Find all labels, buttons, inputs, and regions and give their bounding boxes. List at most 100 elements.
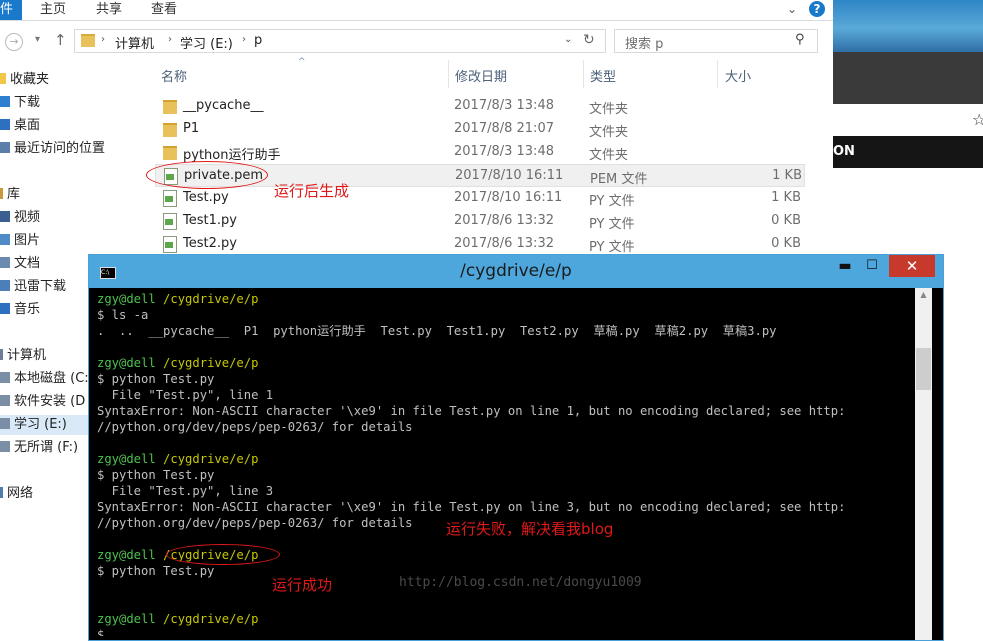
annotation-failed: 运行失败，解决看我blog [446,520,614,538]
address-bar[interactable]: › 计算机 › 学习 (E:) › p ⌄ ↻ [74,29,606,53]
breadcrumb-drive[interactable]: 学习 (E:) [180,33,233,52]
file-type: PY 文件 [589,194,635,209]
folder-icon [163,146,177,160]
chevron-right-icon[interactable]: › [242,34,246,45]
nav-pictures[interactable]: 图片 [0,231,40,251]
terminal-line: $ python Test.py [97,372,215,386]
help-icon[interactable]: ? [809,1,825,17]
nav-drive-e[interactable]: 学习 (E:) [0,415,88,435]
breadcrumb-folder[interactable]: p [254,33,262,48]
file-date: 2017/8/8 21:07 [454,121,554,136]
background-sky-image [833,0,983,52]
file-row[interactable]: Test.py 2017/8/10 16:11 PY 文件 1 KB [155,187,805,210]
file-date: 2017/8/6 13:32 [454,236,554,251]
maximize-icon[interactable]: ☐ [861,258,883,276]
file-name: P1 [183,121,200,136]
video-icon [0,211,10,222]
file-type: PY 文件 [589,240,635,255]
tab-home[interactable]: 主页 [40,0,66,20]
file-row[interactable]: python运行助手 2017/8/3 13:48 文件夹 [155,141,805,164]
search-input[interactable]: 搜索 p ⚲ [614,29,818,53]
drive-icon [0,372,10,383]
close-icon[interactable]: ✕ [889,255,935,277]
file-type: 文件夹 [589,125,629,140]
prompt-path: /cygdrive/e/p [163,612,259,626]
background-dark-band [833,52,983,104]
annotation-success: 运行成功 [272,576,333,594]
column-divider[interactable] [717,60,718,88]
nav-network[interactable]: 网络 [0,484,33,504]
file-name: Test.py [183,190,229,205]
nav-label: 最近访问的位置 [14,141,106,156]
nav-label: 音乐 [14,302,41,317]
folder-icon [163,123,177,137]
chevron-down-icon[interactable]: ⌄ [787,2,797,16]
nav-computer[interactable]: 计算机 [0,346,46,366]
nav-label: 图片 [14,233,41,248]
minimize-icon[interactable]: ▬ [834,258,856,276]
nav-music[interactable]: 音乐 [0,300,40,320]
column-name[interactable]: 名称 [161,66,187,85]
nav-desktop[interactable]: 桌面 [0,116,40,136]
nav-favorites[interactable]: 收藏夹 [0,70,49,90]
file-name: Test2.py [183,236,237,251]
column-type[interactable]: 类型 [590,66,616,85]
download-icon [0,96,10,107]
address-dropdown-icon[interactable]: ⌄ [564,34,572,45]
file-row[interactable]: Test1.py 2017/8/6 13:32 PY 文件 0 KB [155,210,805,233]
nav-label: 库 [7,187,21,202]
file-row[interactable]: P1 2017/8/8 21:07 文件夹 [155,118,805,141]
ribbon: 件 主页 共享 查看 ⌄ ? [0,0,833,21]
refresh-icon[interactable]: ↻ [583,32,595,48]
terminal-window[interactable]: C:\ /cygdrive/e/p ▬ ☐ ✕ zgy@dell /cygdri… [88,254,944,641]
computer-icon [0,349,3,360]
file-row[interactable]: __pycache__ 2017/8/3 13:48 文件夹 [155,95,805,118]
nav-documents[interactable]: 文档 [0,254,40,274]
breadcrumb-computer[interactable]: 计算机 [115,33,154,52]
nav-videos[interactable]: 视频 [0,208,40,228]
column-date[interactable]: 修改日期 [455,66,507,85]
scrollbar[interactable]: ▲ [915,288,932,640]
nav-drive-f[interactable]: 无所谓 (F:) [0,438,88,458]
terminal-line: $ python Test.py [97,468,215,482]
scroll-up-icon[interactable]: ▲ [915,290,932,299]
terminal-titlebar[interactable]: C:\ /cygdrive/e/p ▬ ☐ ✕ [89,255,943,288]
nav-label: 文档 [14,256,41,271]
file-size: 0 KB [771,236,801,251]
column-divider[interactable] [448,60,449,88]
tab-view[interactable]: 查看 [151,0,177,20]
up-arrow-icon[interactable]: ↑ [54,31,67,49]
terminal-line: zgy@dell /cygdrive/e/p [97,291,917,307]
chevron-right-icon[interactable]: › [168,34,172,45]
python-file-icon [163,236,177,253]
file-date: 2017/8/6 13:32 [454,213,554,228]
prompt-path: /cygdrive/e/p [163,292,259,306]
back-button[interactable]: → [5,33,23,51]
nav-drive-c[interactable]: 本地磁盘 (C: [0,369,88,389]
terminal-line: File "Test.py", line 1 [97,388,274,402]
folder-icon [163,100,177,114]
nav-recent[interactable]: 最近访问的位置 [0,139,105,159]
terminal-line: . .. __pycache__ P1 python运行助手 Test.py T… [97,324,777,338]
nav-libraries[interactable]: 库 [0,185,20,205]
file-row[interactable]: Test2.py 2017/8/6 13:32 PY 文件 0 KB [155,233,805,256]
prompt-user: zgy@dell [97,452,156,466]
scroll-thumb[interactable] [916,348,931,390]
chevron-right-icon[interactable]: › [101,34,105,45]
nav-thunder[interactable]: 迅雷下载 [0,277,66,297]
tab-share[interactable]: 共享 [96,0,122,20]
nav-downloads[interactable]: 下载 [0,93,40,113]
nav-drive-d[interactable]: 软件安装 (D [0,392,88,412]
recent-locations-chevron-icon[interactable]: ▾ [35,34,40,45]
search-icon[interactable]: ⚲ [795,32,805,47]
column-divider[interactable] [583,60,584,88]
nav-label: 计算机 [7,348,47,363]
drive-icon [0,418,10,429]
column-size[interactable]: 大小 [725,66,751,85]
file-name: __pycache__ [183,98,264,113]
library-icon [0,188,3,199]
prompt-user: zgy@dell [97,292,156,306]
star-icon[interactable]: ☆ [972,110,983,129]
tab-file[interactable]: 件 [0,0,22,20]
